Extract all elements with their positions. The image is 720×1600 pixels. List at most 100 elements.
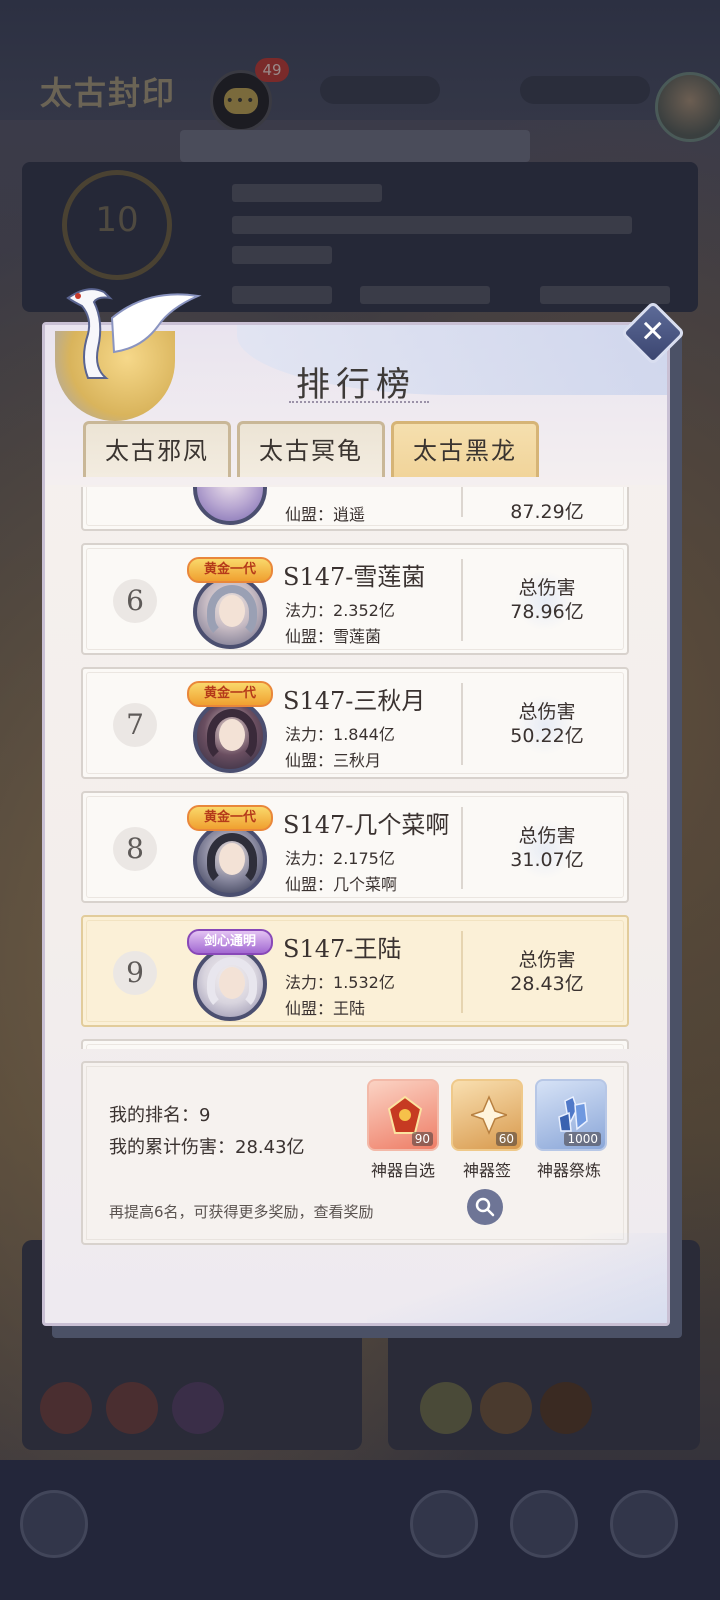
damage-label: 总伤害	[518, 577, 576, 599]
reward-item-artifact-refine[interactable]: 1000	[535, 1079, 607, 1151]
view-rewards-button[interactable]	[467, 1189, 503, 1225]
background-line	[232, 246, 332, 264]
player-avatar	[193, 699, 267, 773]
player-avatar	[655, 72, 720, 142]
ranking-row: 仙盟：逍遥 87.29亿	[81, 487, 629, 531]
rank-number: 8	[113, 827, 157, 871]
tab-label: 太古黑龙	[413, 437, 517, 465]
tab-heilong[interactable]: 太古黑龙	[391, 421, 539, 477]
tab-label: 太古冥龟	[259, 437, 363, 465]
player-alliance: 仙盟：王陆	[285, 999, 366, 1018]
background-line	[540, 286, 670, 304]
player-avatar-frame[interactable]: 黄金一代	[187, 677, 273, 773]
crystal-icon	[558, 1095, 588, 1132]
rank-number: 7	[113, 703, 157, 747]
damage-value: 78.96亿	[510, 601, 584, 623]
damage-value: 87.29亿	[510, 501, 584, 523]
avatar-face	[219, 843, 245, 875]
background-skill-icon	[480, 1382, 532, 1434]
my-rank-text: 我的排名：9	[109, 1105, 211, 1126]
search-icon	[475, 1197, 495, 1217]
background-line	[360, 286, 490, 304]
background-skill-icon	[540, 1382, 592, 1434]
damage-label: 总伤害	[518, 825, 576, 847]
rank-number: 6	[113, 579, 157, 623]
background-skill-icon	[172, 1382, 224, 1434]
avatar-face	[219, 719, 245, 751]
background-nav-button	[510, 1490, 578, 1558]
artifact-lot-icon	[471, 1095, 507, 1135]
player-avatar-frame[interactable]: 剑心通明	[187, 925, 273, 1021]
my-ranking-panel: 我的排名：9 我的累计伤害：28.43亿 90 60 1000 神器自选 神器签	[81, 1061, 629, 1245]
ranking-row-self: 9 剑心通明 S147-王陆 法力：1.532亿 仙盟：王陆 总伤害 28.43…	[81, 915, 629, 1027]
player-avatar	[193, 823, 267, 897]
avatar-face	[219, 595, 245, 627]
reward-quantity: 90	[411, 1132, 433, 1146]
background-nav-button	[410, 1490, 478, 1558]
background-skill-icon	[40, 1382, 92, 1434]
reward-item-artifact-lot[interactable]: 60	[451, 1079, 523, 1151]
player-alliance: 仙盟：雪莲菌	[285, 627, 382, 646]
reward-item-artifact-select[interactable]: 90	[367, 1079, 439, 1151]
title-badge: 黄金一代	[187, 557, 273, 583]
close-icon: ✕	[640, 314, 666, 350]
player-power: 法力：2.352亿	[285, 601, 395, 620]
title-underline-decoration	[289, 401, 429, 403]
tab-minggui[interactable]: 太古冥龟	[237, 421, 385, 477]
background-skill-icon	[106, 1382, 158, 1434]
title-badge: 黄金一代	[187, 681, 273, 707]
background-line	[232, 216, 632, 234]
player-avatar-frame	[187, 487, 273, 525]
damage-label: 总伤害	[518, 701, 576, 723]
player-avatar	[193, 575, 267, 649]
player-name: S147-三秋月	[283, 687, 426, 715]
reward-label: 神器自选	[370, 1161, 435, 1180]
player-avatar	[193, 487, 267, 525]
player-alliance: 仙盟：几个菜啊	[285, 875, 398, 894]
player-avatar-frame[interactable]: 黄金一代	[187, 553, 273, 649]
player-alliance: 仙盟：三秋月	[285, 751, 382, 770]
background-banner	[180, 130, 530, 162]
player-power: 法力：2.175亿	[285, 849, 395, 868]
modal-corner-decoration	[367, 1233, 667, 1323]
damage-value: 50.22亿	[510, 725, 584, 747]
damage-label: 总伤害	[518, 949, 576, 971]
background-nav-button	[610, 1490, 678, 1558]
background-title: 太古封印	[40, 74, 177, 112]
title-badge: 黄金一代	[187, 805, 273, 831]
player-alliance: 仙盟：逍遥	[285, 505, 366, 524]
tab-label: 太古邪凤	[105, 437, 209, 465]
chat-badge: 49	[255, 58, 289, 82]
tab-xiefeng[interactable]: 太古邪凤	[83, 421, 231, 477]
player-avatar-frame[interactable]: 黄金一代	[187, 801, 273, 897]
player-avatar	[193, 947, 267, 1021]
player-power: 法力：1.532亿	[285, 973, 395, 992]
artifact-chest-icon	[387, 1095, 423, 1134]
avatar-face	[219, 967, 245, 999]
my-damage-text: 我的累计伤害：28.43亿	[109, 1137, 305, 1158]
player-name: S147-雪莲菌	[283, 563, 426, 591]
reward-hint-text: 再提高6名，可获得更多奖励，查看奖励	[109, 1203, 374, 1221]
background-skill-icon	[420, 1382, 472, 1434]
rank-number: 9	[113, 951, 157, 995]
background-line	[232, 184, 382, 202]
ranking-row: 8 黄金一代 S147-几个菜啊 法力：2.175亿 仙盟：几个菜啊 总伤害 3…	[81, 791, 629, 903]
ranking-list[interactable]: 仙盟：逍遥 87.29亿 6 黄金一代 S147-雪莲菌 法力：2.352亿 仙…	[81, 487, 629, 1049]
damage-value: 31.07亿	[510, 849, 584, 871]
player-power: 法力：1.844亿	[285, 725, 395, 744]
player-name: S147-王陆	[283, 935, 402, 963]
ranking-row: 7 黄金一代 S147-三秋月 法力：1.844亿 仙盟：三秋月 总伤害 50.…	[81, 667, 629, 779]
background-stat-2	[520, 76, 650, 104]
damage-value: 28.43亿	[510, 973, 584, 995]
chat-icon: •••	[224, 88, 258, 114]
reward-quantity: 60	[495, 1132, 517, 1146]
background-level-circle: 10	[62, 170, 172, 280]
reward-label: 神器签	[462, 1161, 511, 1180]
reward-label: 神器祭炼	[536, 1161, 601, 1180]
player-name: S147-几个菜啊	[283, 811, 450, 839]
background-line	[232, 286, 332, 304]
ranking-row	[81, 1039, 629, 1049]
crane-decoration	[66, 288, 202, 379]
background-stat-1	[320, 76, 440, 104]
ranking-row: 6 黄金一代 S147-雪莲菌 法力：2.352亿 仙盟：雪莲菌 总伤害 78.…	[81, 543, 629, 655]
